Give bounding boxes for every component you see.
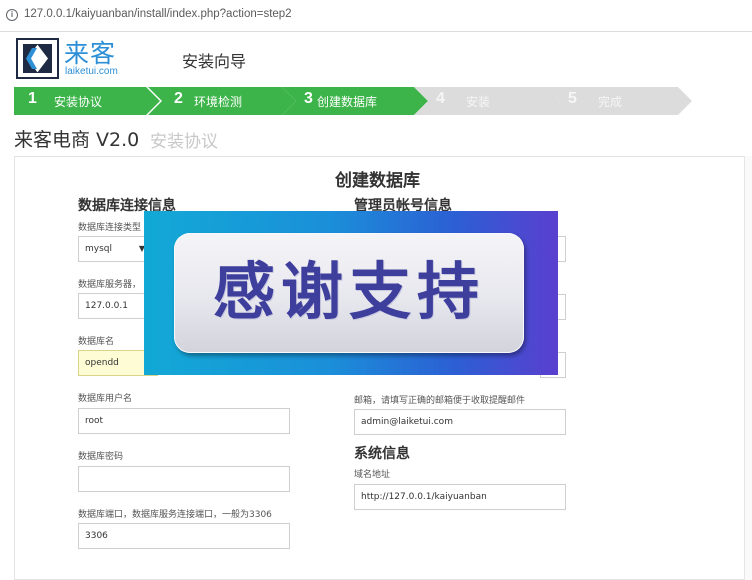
panel-scrollbar[interactable] <box>744 156 752 580</box>
db-name-label: 数据库名 <box>78 337 115 347</box>
step-4-number: 4 <box>436 90 445 107</box>
product-title: 来客电商 V2.0 <box>14 129 140 151</box>
step-3-label: 创建数据库 <box>317 95 378 109</box>
db-password-input[interactable] <box>78 466 290 492</box>
logo-subtext: laiketui.com <box>65 66 118 77</box>
step-5-number: 5 <box>568 90 577 107</box>
db-port-label: 数据库端口，数据库服务连接端口，一般为3306 <box>78 510 272 520</box>
step-3-number: 3 <box>304 90 313 107</box>
db-port-input[interactable]: 3306 <box>78 523 290 549</box>
logo-text: 来客 <box>64 39 117 68</box>
step-4-label: 安装 <box>466 95 491 109</box>
thanks-text: 感谢支持 <box>212 255 485 328</box>
db-type-value: mysql <box>85 244 112 254</box>
wizard-title: 安装向导 <box>182 52 247 71</box>
thanks-plate: 感谢支持 <box>174 233 524 353</box>
step-1-label: 安装协议 <box>54 95 103 109</box>
db-password-label: 数据库密码 <box>78 452 124 462</box>
domain-input[interactable]: http://127.0.0.1/kaiyuanban <box>354 484 566 510</box>
db-user-label: 数据库用户名 <box>78 394 133 404</box>
db-user-input[interactable]: root <box>78 408 290 434</box>
panel-title: 创建数据库 <box>335 171 420 191</box>
admin-email-input[interactable]: admin@laiketui.com <box>354 409 566 435</box>
system-section-heading: 系统信息 <box>354 446 410 462</box>
step-1-number: 1 <box>28 90 37 107</box>
logo-icon <box>16 38 59 79</box>
info-icon[interactable]: i <box>6 9 18 21</box>
page-subheading: 安装协议 <box>150 132 218 152</box>
address-bar[interactable]: i 127.0.0.1/kaiyuanban/install/index.php… <box>0 0 752 32</box>
step-2-label: 环境检测 <box>194 95 243 109</box>
admin-email-label: 邮箱，请填写正确的邮箱便于收取提醒邮件 <box>354 396 526 406</box>
domain-label: 域名地址 <box>354 470 391 480</box>
step-5-label: 完成 <box>598 95 623 109</box>
db-server-label: 数据库服务器， <box>78 280 142 290</box>
step-2-number: 2 <box>174 90 183 107</box>
thanks-banner: 感谢支持 <box>144 211 558 375</box>
db-type-label: 数据库连接类型 <box>78 223 142 233</box>
url-text[interactable]: 127.0.0.1/kaiyuanban/install/index.php?a… <box>24 8 292 20</box>
step-progress: 1 安装协议 2 环境检测 3 创建数据库 4 安装 5 完成 <box>14 87 694 115</box>
db-type-select[interactable]: mysql ▼ <box>78 236 150 262</box>
